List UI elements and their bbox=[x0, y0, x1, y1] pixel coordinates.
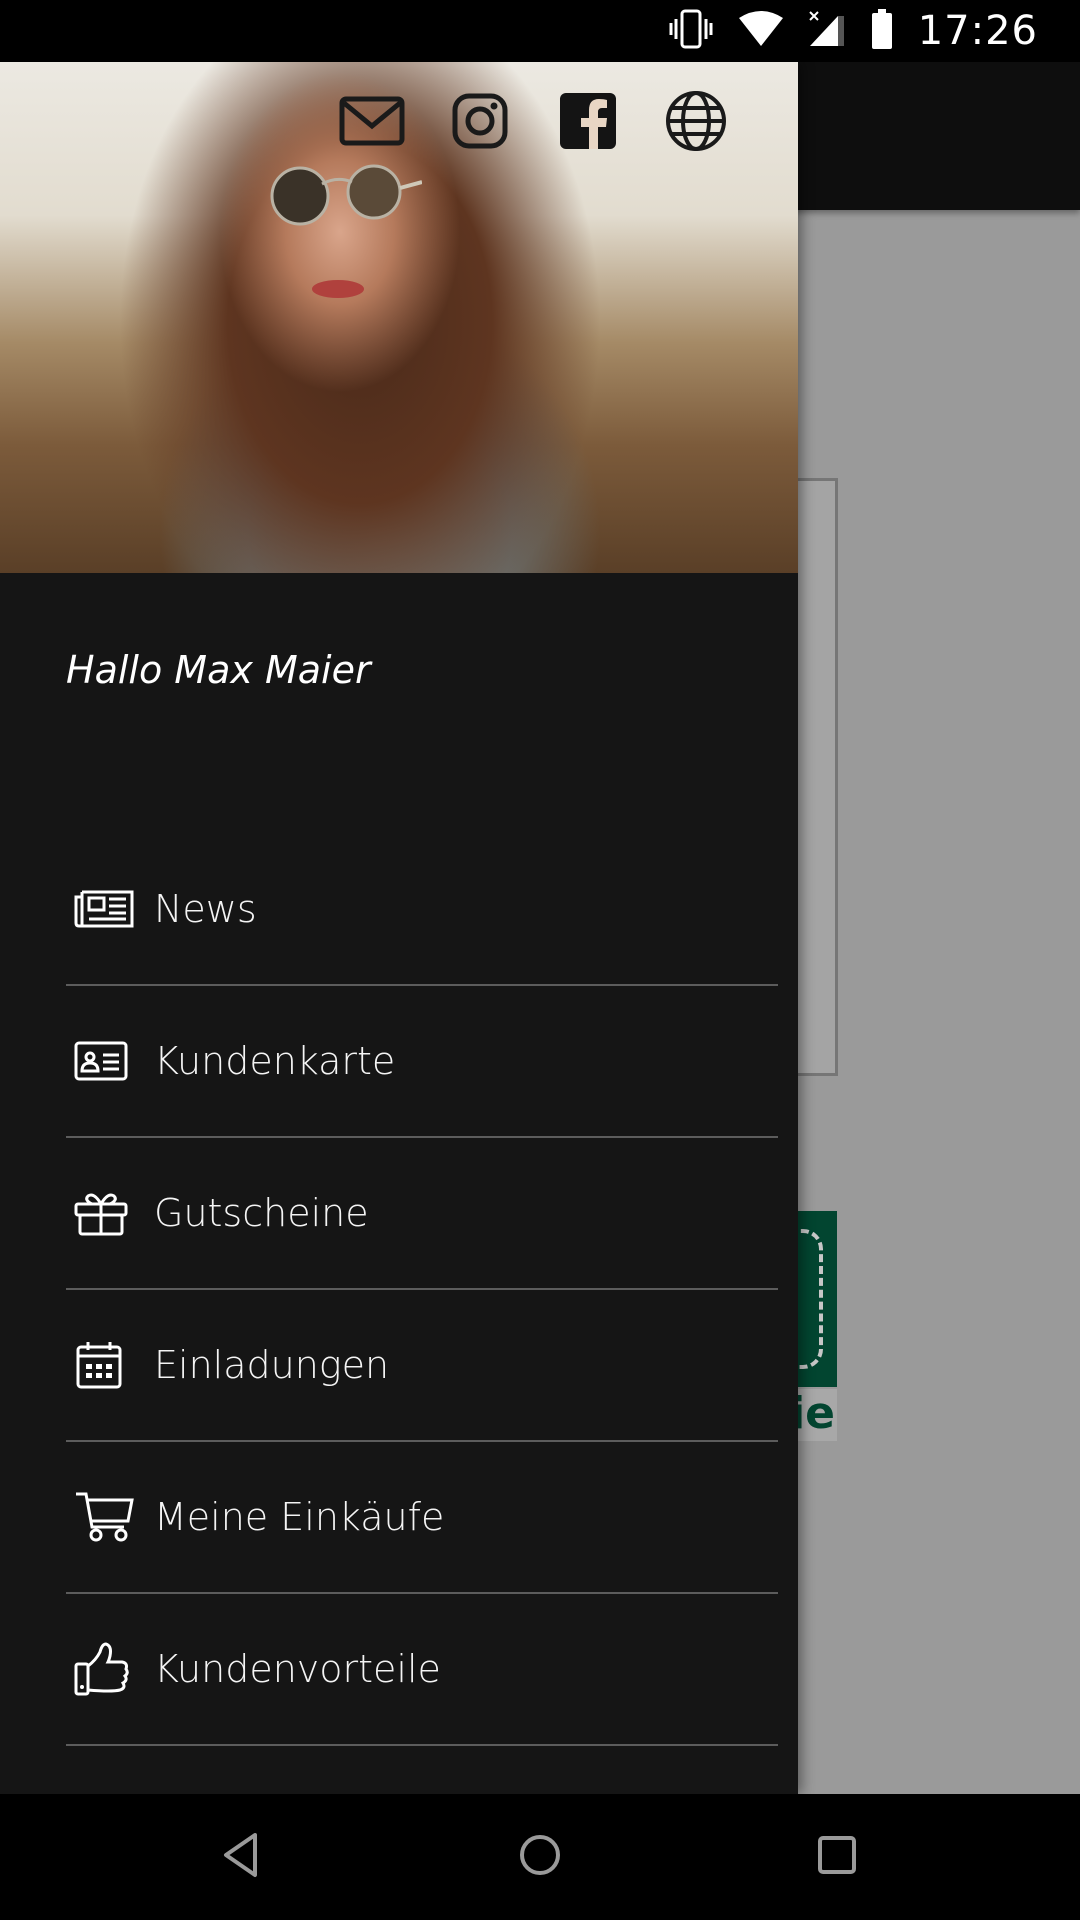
menu-item-meine-einkaeufe[interactable]: Meine Einkäufe bbox=[66, 1442, 778, 1594]
recents-icon bbox=[817, 1835, 857, 1880]
menu-item-kundenkarte[interactable]: Kundenkarte bbox=[66, 986, 778, 1138]
drawer-header-image bbox=[0, 62, 798, 573]
lips-decoration bbox=[312, 280, 364, 298]
status-bar: 17:26 bbox=[0, 0, 1080, 62]
social-links bbox=[318, 88, 750, 158]
recents-button[interactable] bbox=[792, 1822, 882, 1892]
menu-label: Meine Einkäufe bbox=[154, 1495, 445, 1539]
greeting: Hallo Max Maier bbox=[66, 648, 371, 692]
drawer-menu: News Kundenkarte Gutscheine Einladungen … bbox=[66, 834, 778, 1794]
shopping-cart-icon bbox=[66, 1487, 154, 1547]
sunglasses-decoration bbox=[270, 164, 422, 226]
id-card-icon bbox=[66, 1031, 154, 1091]
menu-label: Einladungen bbox=[154, 1343, 390, 1387]
mail-icon bbox=[339, 96, 405, 151]
thumbs-up-icon bbox=[66, 1639, 154, 1699]
clock: 17:26 bbox=[917, 8, 1038, 54]
vibrate-icon bbox=[668, 9, 714, 54]
back-icon bbox=[221, 1832, 261, 1883]
home-circle-icon bbox=[518, 1833, 562, 1882]
calendar-icon bbox=[66, 1335, 154, 1395]
menu-item-einladungen[interactable]: Einladungen bbox=[66, 1290, 778, 1442]
globe-icon bbox=[665, 90, 727, 157]
menu-item-ueber-moses[interactable]: Über Moses bbox=[66, 1746, 778, 1794]
navigation-drawer: Hallo Max Maier News Kundenkarte Gutsche… bbox=[0, 62, 798, 1794]
cell-signal-icon bbox=[808, 10, 846, 53]
status-icons: 17:26 bbox=[668, 8, 1038, 54]
facebook-button[interactable] bbox=[534, 88, 642, 158]
menu-label: News bbox=[154, 887, 257, 931]
menu-label: Kundenkarte bbox=[154, 1039, 396, 1083]
menu-item-news[interactable]: News bbox=[66, 834, 778, 986]
wifi-icon bbox=[738, 10, 784, 53]
email-button[interactable] bbox=[318, 88, 426, 158]
menu-label: Gutscheine bbox=[154, 1191, 369, 1235]
website-button[interactable] bbox=[642, 88, 750, 158]
battery-icon bbox=[870, 8, 894, 54]
menu-label: Kundenvorteile bbox=[154, 1647, 441, 1691]
instagram-button[interactable] bbox=[426, 88, 534, 158]
system-navigation-bar bbox=[0, 1794, 1080, 1920]
menu-item-gutscheine[interactable]: Gutscheine bbox=[66, 1138, 778, 1290]
instagram-icon bbox=[452, 93, 508, 154]
newspaper-icon bbox=[66, 879, 154, 939]
menu-item-kundenvorteile[interactable]: Kundenvorteile bbox=[66, 1594, 778, 1746]
gift-icon bbox=[66, 1183, 154, 1243]
back-button[interactable] bbox=[196, 1822, 286, 1892]
home-button[interactable] bbox=[495, 1822, 585, 1892]
facebook-icon bbox=[560, 92, 616, 154]
